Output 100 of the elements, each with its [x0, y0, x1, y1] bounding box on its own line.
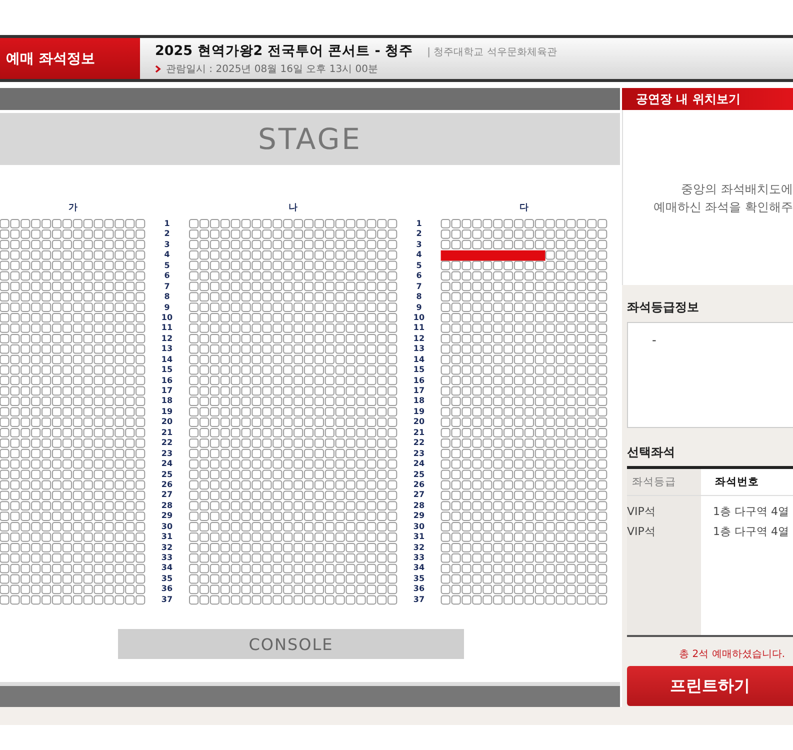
seat-row[interactable]: [440, 584, 608, 594]
seat-row[interactable]: [0, 407, 146, 416]
seat-row[interactable]: [440, 522, 608, 532]
seat-row[interactable]: [440, 229, 608, 239]
seat-row[interactable]: [0, 459, 146, 469]
seat-row[interactable]: [0, 428, 146, 438]
seat-row[interactable]: [189, 219, 398, 228]
seat-row[interactable]: [440, 250, 608, 261]
seat-row[interactable]: [440, 376, 608, 386]
seat-row[interactable]: [189, 574, 398, 584]
seat-row[interactable]: [440, 448, 608, 458]
seat-row[interactable]: [440, 595, 608, 605]
seat-row[interactable]: [0, 564, 146, 574]
seat-row[interactable]: [189, 365, 398, 375]
seat-row[interactable]: [0, 313, 146, 322]
seat-row[interactable]: [0, 302, 146, 312]
seat-row[interactable]: [440, 354, 608, 364]
seat-row[interactable]: [440, 428, 608, 438]
seat-row[interactable]: [189, 428, 398, 438]
seat-row[interactable]: [0, 271, 146, 281]
seat-row[interactable]: [440, 334, 608, 344]
seat-row[interactable]: [189, 522, 398, 532]
seat-row[interactable]: [0, 260, 146, 270]
seat-row[interactable]: [440, 240, 608, 250]
seat-row[interactable]: [440, 532, 608, 542]
seat-row[interactable]: [189, 271, 398, 281]
seat-row[interactable]: [189, 229, 398, 239]
seat-row[interactable]: [189, 407, 398, 416]
seat-row[interactable]: [440, 459, 608, 469]
seat-row[interactable]: [189, 542, 398, 552]
print-button[interactable]: 프린트하기: [627, 666, 793, 706]
seat-row[interactable]: [440, 365, 608, 375]
seat-row[interactable]: [0, 386, 146, 396]
seat-row[interactable]: [189, 313, 398, 322]
seat-row[interactable]: [440, 490, 608, 500]
seat-row[interactable]: [0, 438, 146, 448]
seat-row[interactable]: [440, 344, 608, 354]
seat-row[interactable]: [0, 595, 146, 605]
seat-row[interactable]: [189, 344, 398, 354]
seat-row[interactable]: [189, 448, 398, 458]
seat-row[interactable]: [189, 490, 398, 500]
seat-row[interactable]: [440, 553, 608, 563]
seat-row[interactable]: [189, 553, 398, 563]
seat-row[interactable]: [0, 324, 146, 333]
seat-row[interactable]: [440, 438, 608, 448]
seat-row[interactable]: [440, 470, 608, 480]
seat-row[interactable]: [0, 532, 146, 542]
seat-row[interactable]: [189, 470, 398, 480]
seat-row[interactable]: [189, 260, 398, 270]
seat-row[interactable]: [189, 240, 398, 250]
seat-row[interactable]: [189, 324, 398, 333]
seat-row[interactable]: [0, 574, 146, 584]
seat-row[interactable]: [189, 396, 398, 406]
seat-row[interactable]: [189, 480, 398, 490]
seat-row[interactable]: [0, 396, 146, 406]
seat-row[interactable]: [0, 542, 146, 552]
seat-row[interactable]: [0, 240, 146, 250]
seat-row[interactable]: [0, 365, 146, 375]
seat-row[interactable]: [0, 553, 146, 563]
seat-row[interactable]: [0, 334, 146, 344]
seat-row[interactable]: [440, 313, 608, 322]
seat-row[interactable]: [189, 250, 398, 260]
seat-row[interactable]: [0, 219, 146, 228]
seat-row[interactable]: [440, 282, 608, 292]
seat-row[interactable]: [189, 354, 398, 364]
seat-row[interactable]: [440, 386, 608, 396]
seat-row[interactable]: [189, 512, 398, 521]
seat-row[interactable]: [0, 292, 146, 302]
seat-row[interactable]: [440, 564, 608, 574]
seat-row[interactable]: [189, 532, 398, 542]
seat-row[interactable]: [0, 501, 146, 511]
seat-row[interactable]: [440, 480, 608, 490]
seat-row[interactable]: [440, 501, 608, 511]
seat-row[interactable]: [189, 501, 398, 511]
seat-row[interactable]: [440, 292, 608, 302]
seat-row[interactable]: [0, 344, 146, 354]
seat-row[interactable]: [189, 376, 398, 386]
seat-row[interactable]: [440, 396, 608, 406]
seat-row[interactable]: [0, 512, 146, 521]
seat-row[interactable]: [440, 542, 608, 552]
seat-row[interactable]: [440, 574, 608, 584]
seat-row[interactable]: [0, 354, 146, 364]
seat-row[interactable]: [189, 595, 398, 605]
seat-row[interactable]: [440, 219, 608, 228]
seat-row[interactable]: [189, 564, 398, 574]
seat-row[interactable]: [189, 386, 398, 396]
seat-row[interactable]: [189, 282, 398, 292]
seat-row[interactable]: [440, 260, 608, 270]
seat-row[interactable]: [440, 302, 608, 312]
seat-row[interactable]: [189, 584, 398, 594]
seat-row[interactable]: [0, 376, 146, 386]
seat-row[interactable]: [0, 250, 146, 260]
seat-row[interactable]: [0, 584, 146, 594]
seat-row[interactable]: [189, 418, 398, 427]
seat-row[interactable]: [440, 407, 608, 416]
seat-row[interactable]: [0, 282, 146, 292]
seat-row[interactable]: [189, 292, 398, 302]
seat-row[interactable]: [0, 229, 146, 239]
seat-row[interactable]: [440, 271, 608, 281]
seat-row[interactable]: [0, 418, 146, 427]
